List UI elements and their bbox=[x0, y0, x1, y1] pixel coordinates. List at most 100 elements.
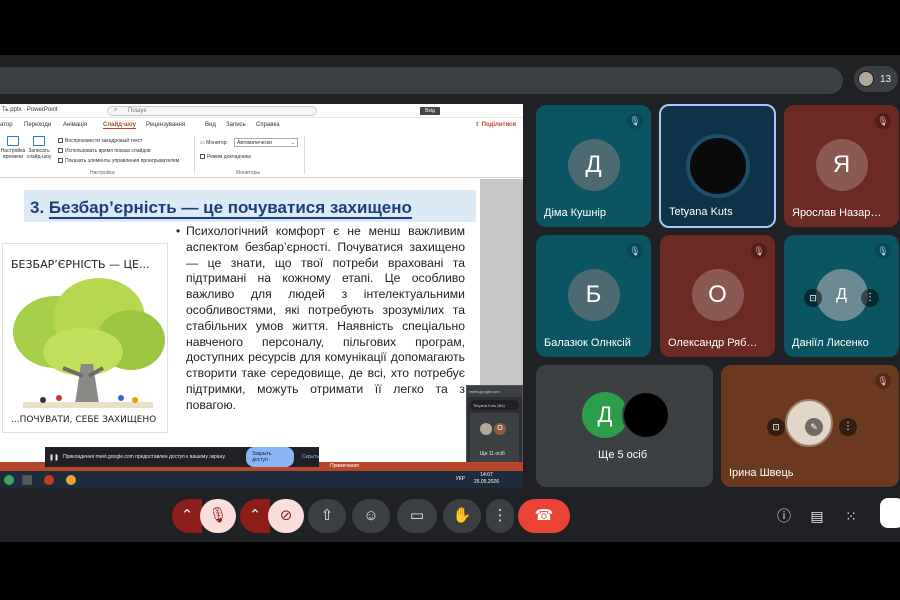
hide-notification-button[interactable]: Скрыть bbox=[302, 454, 319, 460]
avatar bbox=[858, 71, 874, 87]
pip-url: meet.google.com bbox=[467, 386, 522, 397]
avatar: Д bbox=[567, 139, 620, 191]
more-options-icon[interactable]: ⋮ bbox=[839, 418, 857, 436]
pip-others-tile: О Ще 11 осіб bbox=[470, 413, 519, 463]
more-options-icon[interactable]: ⋮ bbox=[861, 289, 879, 307]
mic-off-icon: 🎙 bbox=[751, 243, 767, 259]
app-icon[interactable] bbox=[22, 475, 32, 485]
meeting-info-icon[interactable]: ⓘ bbox=[773, 505, 795, 527]
video-settings-button[interactable]: ⌃ bbox=[240, 499, 270, 533]
leave-call-button[interactable]: ☎ bbox=[518, 499, 570, 533]
notes-label[interactable]: Примечания bbox=[330, 463, 359, 469]
ppt-search-input[interactable]: ⌕ Пошук bbox=[107, 106, 317, 116]
bullet-icon: • bbox=[176, 224, 181, 238]
monitor-select[interactable]: Автоматически ⌄ bbox=[234, 138, 298, 147]
windows-taskbar: УКР 14:07 26.05.2026 bbox=[0, 471, 523, 488]
ppt-ribbon-tabs: атор Переходи Анімація Слайд-шоу Рецензу… bbox=[0, 118, 523, 132]
mic-toggle-button[interactable]: 🎙 bbox=[200, 499, 236, 533]
raise-hand-button[interactable]: ✋ bbox=[443, 499, 481, 533]
rehearse-timings-button[interactable]: Настройка времени bbox=[0, 136, 26, 160]
phone-hangup-icon: ☎ bbox=[534, 507, 554, 524]
hand-icon: ✋ bbox=[452, 507, 472, 524]
participant-tile[interactable]: 🎙 Б Балазюк Олнксій bbox=[536, 235, 651, 357]
pause-icon: ❚❚ bbox=[49, 454, 60, 461]
tab-transitions-cut[interactable]: атор bbox=[0, 122, 13, 128]
ribbon-divider bbox=[304, 136, 305, 174]
tab-animations[interactable]: Анімація bbox=[63, 122, 87, 128]
mic-off-icon: 🎙 bbox=[627, 113, 643, 129]
use-timings-label: Использовать время показа слайдов bbox=[65, 148, 151, 154]
taskbar-clock[interactable]: 14:07 26.05.2026 bbox=[474, 472, 499, 486]
powerpoint-icon[interactable] bbox=[44, 475, 54, 485]
chrome-icon[interactable] bbox=[66, 475, 76, 485]
participants-count: 13 bbox=[880, 73, 892, 85]
present-button[interactable]: ⇧ bbox=[308, 499, 346, 533]
participants-button[interactable]: 13 bbox=[854, 66, 898, 92]
show-controls-checkbox[interactable]: Показать элементы управления проигрывате… bbox=[58, 158, 179, 164]
more-options-icon: ⋮ bbox=[492, 507, 508, 524]
pip-others-label: Ще 11 осіб bbox=[480, 451, 505, 457]
participant-tile[interactable]: 🎙 Д ⊡ ⋮ Даніїл Лисенко bbox=[784, 235, 899, 357]
keyboard-language[interactable]: УКР bbox=[456, 476, 465, 482]
avatar bbox=[622, 391, 670, 439]
group-monitors-label: Мониторы bbox=[236, 170, 260, 176]
tab-help[interactable]: Справка bbox=[256, 122, 280, 128]
ribbon-divider bbox=[194, 136, 195, 174]
avatar bbox=[685, 134, 750, 198]
rehearse-label: Настройка времени bbox=[0, 148, 26, 160]
pin-icon[interactable]: ⊡ bbox=[804, 289, 822, 307]
presenter-view-checkbox[interactable]: Режим докладчика bbox=[200, 154, 251, 160]
avatar: Я bbox=[815, 139, 868, 191]
participant-tile-active[interactable]: Tetyana Kuts bbox=[659, 104, 776, 228]
tab-slideshow[interactable]: Слайд-шоу bbox=[103, 122, 136, 129]
mic-off-icon: 🎙 bbox=[627, 243, 643, 259]
participant-tile[interactable]: 🎙 ⊡ ✎ ⋮ Ірина Швець bbox=[721, 365, 899, 487]
gemini-icon[interactable] bbox=[880, 498, 900, 528]
slide-illustration: БЕЗБАР’ЄРНІСТЬ — ЦЕ... ...ПОЧУВАТИ, СЕБЕ… bbox=[2, 243, 168, 433]
chat-icon[interactable]: ▤ bbox=[806, 505, 828, 527]
tab-transitions[interactable]: Переходи bbox=[24, 122, 51, 128]
presenter-view-label: Режим докладчика bbox=[207, 154, 251, 160]
camera-toggle-button[interactable]: ⊘ bbox=[268, 499, 304, 533]
slide-title: 3. Безбар’єрність — це почуватися захище… bbox=[30, 198, 412, 219]
chevron-down-icon: ⌄ bbox=[290, 140, 295, 146]
tab-review[interactable]: Рецензування bbox=[146, 122, 185, 128]
slide: 3. Безбар’єрність — це почуватися захище… bbox=[0, 178, 480, 462]
activities-icon[interactable]: ⁙ bbox=[840, 505, 862, 527]
participant-tile-group[interactable]: Д Ще 5 осіб bbox=[536, 365, 713, 487]
tree-illustration: БЕЗБАР’ЄРНІСТЬ — ЦЕ... ...ПОЧУВАТИ, СЕБЕ… bbox=[11, 258, 165, 425]
participant-name: Діма Кушнір bbox=[544, 207, 606, 219]
stop-sharing-button[interactable]: Закрыть доступ bbox=[246, 447, 294, 467]
tab-record[interactable]: Запись bbox=[226, 122, 246, 128]
play-narrations-checkbox[interactable]: Воспроизвести закадровый текст bbox=[58, 138, 142, 144]
record-icon bbox=[33, 136, 45, 146]
effects-icon[interactable]: ✎ bbox=[805, 418, 823, 436]
emoji-button[interactable]: ☺ bbox=[352, 499, 390, 533]
captions-button[interactable]: ▭ bbox=[397, 499, 437, 533]
record-label: Записать слайд-шоу bbox=[26, 148, 52, 160]
ppt-share-button[interactable]: ⇪ Поділитися bbox=[475, 121, 516, 128]
use-timings-checkbox[interactable]: Использовать время показа слайдов bbox=[58, 148, 151, 154]
avatar-letter: О bbox=[494, 423, 506, 435]
record-slideshow-button[interactable]: Записать слайд-шоу bbox=[26, 136, 52, 160]
tab-view[interactable]: Вид bbox=[205, 122, 216, 128]
checkbox-icon bbox=[58, 148, 63, 154]
play-narrations-label: Воспроизвести закадровый текст bbox=[65, 138, 143, 144]
ppt-login-button[interactable]: Вхід bbox=[420, 107, 440, 115]
pin-icon[interactable]: ⊡ bbox=[767, 418, 785, 436]
illustration-top-text: БЕЗБАР’ЄРНІСТЬ — ЦЕ... bbox=[11, 258, 150, 271]
ppt-ribbon: Настройка времени Записать слайд-шоу Вос… bbox=[0, 132, 523, 178]
participant-tile[interactable]: 🎙 О Олександр Ряб… bbox=[660, 235, 775, 357]
ppt-share-label: Поділитися bbox=[481, 122, 516, 128]
illustration-bottom-text: ...ПОЧУВАТИ, СЕБЕ ЗАХИЩЕНО bbox=[11, 415, 156, 425]
more-options-button[interactable]: ⋮ bbox=[486, 499, 514, 533]
participant-tile[interactable]: 🎙 Я Ярослав Назар… bbox=[784, 105, 899, 227]
participant-tile[interactable]: 🎙 Д Діма Кушнір bbox=[536, 105, 651, 227]
audio-settings-button[interactable]: ⌃ bbox=[172, 499, 202, 533]
pip-self-chip: Tetyana Kuts (Ви) bbox=[470, 400, 519, 410]
checkbox-icon bbox=[58, 138, 63, 144]
participant-name: Балазюк Олнксій bbox=[544, 337, 631, 349]
chevron-up-icon: ⌃ bbox=[180, 507, 194, 524]
spotify-icon[interactable] bbox=[4, 475, 14, 485]
ppt-search-placeholder: Пошук bbox=[128, 108, 147, 114]
